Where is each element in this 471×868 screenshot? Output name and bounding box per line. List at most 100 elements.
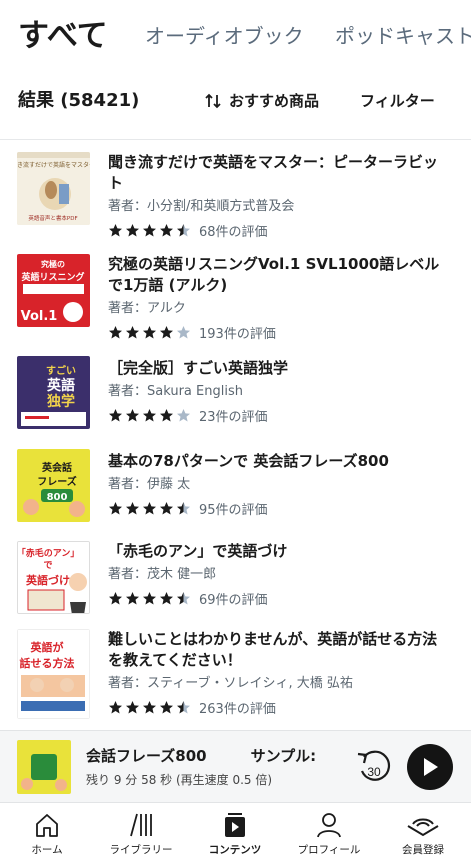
nav-home[interactable]: ホーム bbox=[0, 803, 94, 868]
audible-icon bbox=[407, 818, 439, 837]
star-icon bbox=[160, 700, 173, 713]
item-info: 聞き流すだけで英語をマスター：ピーターラビット 著者：小分割/和英順方式普及会 … bbox=[108, 152, 448, 240]
rating-count: 263件の評価 bbox=[199, 701, 276, 717]
item-rating: 69件の評価 bbox=[108, 589, 448, 608]
cover-text: 800 bbox=[47, 492, 68, 503]
item-info: 「赤毛のアン」で英語づけ 著者：茂木 健一郎 69件の評価 bbox=[108, 541, 448, 608]
home-icon bbox=[36, 814, 58, 837]
nav-label: ライブラリー bbox=[109, 844, 173, 856]
star-icon bbox=[143, 325, 156, 338]
item-author: 著者：スティーブ・ソレイシィ, 大橋 弘祐 bbox=[108, 676, 353, 691]
item-title[interactable]: 聞き流すだけで英語をマスター：ピーターラビット bbox=[108, 152, 448, 194]
item-info: 難しいことはわかりませんが、英語が話せる方法を教えてください！ 著者：スティーブ… bbox=[108, 629, 448, 717]
item-rating: 263件の評価 bbox=[108, 698, 448, 717]
star-icon bbox=[160, 223, 173, 236]
star-icon bbox=[126, 501, 139, 514]
star-icon bbox=[177, 591, 190, 604]
star-icon bbox=[177, 223, 190, 236]
cover-text: 英語が bbox=[30, 640, 64, 654]
tab-all[interactable]: すべて bbox=[18, 0, 108, 72]
star-icon bbox=[109, 408, 122, 421]
mini-player[interactable]: 会話フレーズ800 サンプル: 残り 9 分 58 秒 (再生速度 0.5 倍) … bbox=[0, 730, 471, 802]
profile-icon bbox=[317, 813, 341, 838]
star-icon bbox=[177, 700, 190, 713]
filter-button[interactable]: フィルター bbox=[360, 72, 435, 130]
content-icon bbox=[225, 813, 245, 837]
item-info: 基本の78パターンで 英会話フレーズ800 著者：伊藤 太 95件の評価 bbox=[108, 451, 448, 518]
nav-profile[interactable]: プロフィール bbox=[282, 803, 376, 868]
cover-text: 究極の bbox=[41, 259, 65, 269]
play-button[interactable] bbox=[407, 744, 453, 790]
book-cover[interactable]: 聞き流すだけで英語をマスター 英語音声と書本PDF bbox=[17, 152, 90, 225]
results-list: 聞き流すだけで英語をマスター 英語音声と書本PDF 聞き流すだけで英語をマスター… bbox=[0, 140, 471, 730]
rating-count: 68件の評価 bbox=[199, 224, 268, 240]
nav-label: 会員登録 bbox=[402, 844, 444, 856]
item-title[interactable]: 難しいことはわかりませんが、英語が話せる方法を教えてください！ bbox=[108, 629, 448, 671]
cover-text: フレーズ bbox=[37, 475, 77, 488]
library-icon bbox=[130, 813, 152, 837]
star-icon bbox=[109, 700, 122, 713]
nav-membership[interactable]: 会員登録 bbox=[376, 803, 470, 868]
nav-content[interactable]: コンテンツ bbox=[188, 803, 282, 868]
item-title[interactable]: 究極の英語リスニングVol.1 SVL1000語レベルで1万語 (アルク) bbox=[108, 254, 448, 296]
player-title: 会話フレーズ800 サンプル: bbox=[86, 745, 336, 766]
star-icon bbox=[126, 325, 139, 338]
star-icon bbox=[143, 223, 156, 236]
skip-back-30-icon: 30 bbox=[357, 750, 391, 781]
item-rating: 68件の評価 bbox=[108, 221, 448, 240]
book-cover[interactable]: 英語が 話せる方法 bbox=[17, 629, 90, 719]
item-author: 著者：伊藤 太 bbox=[108, 477, 191, 492]
item-title[interactable]: ［完全版］すごい英語独学 bbox=[108, 358, 448, 379]
item-info: ［完全版］すごい英語独学 著者：Sakura English 23件の評価 bbox=[108, 358, 448, 425]
item-author: 著者：茂木 健一郎 bbox=[108, 567, 217, 582]
skip-back-button[interactable]: 30 bbox=[356, 745, 392, 787]
star-icon bbox=[126, 591, 139, 604]
item-author: 著者：小分割/和英順方式普及会 bbox=[108, 199, 295, 214]
tab-podcast[interactable]: ポッドキャスト bbox=[335, 0, 471, 72]
star-icon bbox=[160, 325, 173, 338]
tab-audiobook[interactable]: オーディオブック bbox=[145, 0, 304, 72]
star-icon bbox=[143, 501, 156, 514]
star-icon bbox=[109, 223, 122, 236]
sort-button[interactable]: おすすめ商品 bbox=[205, 72, 319, 130]
rating-count: 23件の評価 bbox=[199, 409, 268, 425]
book-cover[interactable]: 究極の 英語リスニング Vol.1 bbox=[17, 254, 90, 327]
book-cover[interactable]: すごい 英語 独学 bbox=[17, 356, 90, 429]
star-icon bbox=[177, 408, 190, 421]
item-title[interactable]: 基本の78パターンで 英会話フレーズ800 bbox=[108, 451, 448, 472]
nav-library[interactable]: ライブラリー bbox=[94, 803, 188, 868]
nav-label: コンテンツ bbox=[208, 844, 262, 856]
star-icon bbox=[126, 700, 139, 713]
item-title[interactable]: 「赤毛のアン」で英語づけ bbox=[108, 541, 448, 562]
item-rating: 95件の評価 bbox=[108, 499, 448, 518]
cover-text: 英語音声と書本PDF bbox=[28, 214, 77, 222]
cover-text: 英会話 bbox=[41, 461, 72, 474]
rating-count: 193件の評価 bbox=[199, 326, 276, 342]
star-icon bbox=[160, 408, 173, 421]
star-icon bbox=[109, 591, 122, 604]
bottom-nav: ホーム ライブラリー コンテンツ プロフィール 会員登録 bbox=[0, 802, 471, 868]
rating-count: 69件の評価 bbox=[199, 592, 268, 608]
results-count: 結果 (58421) bbox=[18, 90, 140, 111]
star-icon bbox=[126, 408, 139, 421]
book-cover[interactable]: 英会話 フレーズ 800 bbox=[17, 449, 90, 522]
item-author: 著者：アルク bbox=[108, 301, 186, 316]
rating-stars bbox=[108, 591, 193, 606]
cover-text: 英語づけ bbox=[25, 573, 70, 587]
star-icon bbox=[160, 501, 173, 514]
rating-stars bbox=[108, 501, 193, 516]
sort-label: おすすめ商品 bbox=[229, 92, 320, 110]
cover-text: Vol.1 bbox=[21, 309, 58, 324]
book-cover[interactable]: 「赤毛のアン」 で 英語づけ bbox=[17, 541, 90, 614]
rating-stars bbox=[108, 223, 193, 238]
rating-count: 95件の評価 bbox=[199, 502, 268, 518]
player-book-title: 会話フレーズ800 bbox=[86, 747, 207, 765]
player-cover[interactable] bbox=[17, 740, 71, 794]
cover-text: 「赤毛のアン」 bbox=[18, 547, 79, 559]
star-icon bbox=[109, 501, 122, 514]
star-icon bbox=[143, 408, 156, 421]
play-icon bbox=[424, 758, 438, 776]
cover-text: 英語リスニング bbox=[20, 271, 84, 283]
player-remaining: 残り 9 分 58 秒 (再生速度 0.5 倍) bbox=[86, 773, 273, 787]
cover-text: で bbox=[43, 560, 52, 571]
